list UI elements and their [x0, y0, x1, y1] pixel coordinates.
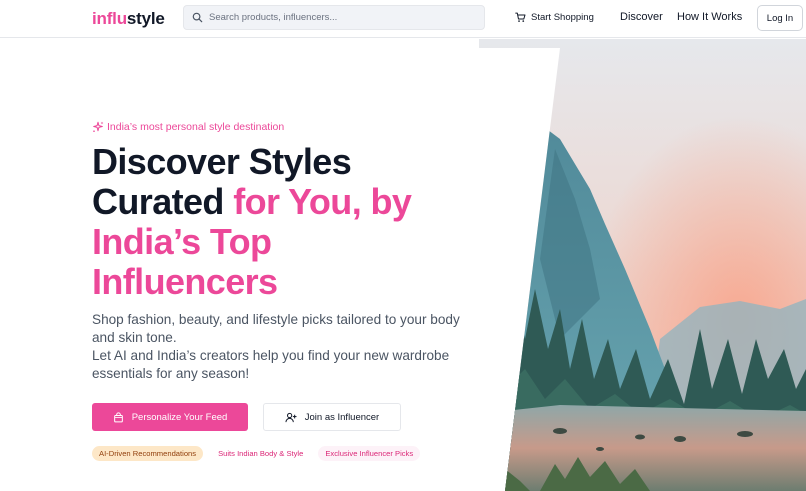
brand-logo-part2: style	[126, 9, 165, 28]
search-bar	[183, 5, 485, 30]
start-shopping-label: Start Shopping	[531, 12, 594, 23]
nav-how-it-works-link[interactable]: How It Works	[677, 11, 742, 23]
headline-line-4: Influencers	[92, 261, 278, 302]
subtitle-line-2: Let AI and India’s creators help you fin…	[92, 348, 450, 381]
brand-logo-part1: influ	[92, 9, 127, 28]
personalize-feed-label: Personalize Your Feed	[131, 411, 228, 423]
personalize-feed-button[interactable]: Personalize Your Feed	[92, 403, 248, 431]
user-plus-icon	[285, 412, 297, 422]
headline-line-1: Discover Styles	[92, 141, 352, 182]
headline-line-3: India’s Top	[92, 221, 272, 262]
join-influencer-button[interactable]: Join as Influencer	[263, 403, 401, 431]
nav-discover-link[interactable]: Discover	[620, 11, 663, 23]
top-navbar: influstyle Start Shopping Discover How I…	[0, 0, 806, 38]
badge-ai-recommendations: AI-Driven Recommendations	[92, 446, 204, 461]
join-influencer-label: Join as Influencer	[304, 411, 380, 423]
cart-icon	[515, 12, 526, 22]
feature-badges: AI-Driven Recommendations Suits Indian B…	[92, 446, 421, 461]
headline-line-2-dark: Curated	[92, 181, 234, 222]
start-shopping-link[interactable]: Start Shopping	[515, 12, 594, 23]
subtitle-line-1: Shop fashion, beauty, and lifestyle pick…	[92, 312, 460, 345]
brand-logo[interactable]: influstyle	[92, 9, 165, 29]
badge-indian-body-style: Suits Indian Body & Style	[211, 446, 311, 461]
hero-tagline: India’s most personal style destination	[92, 121, 284, 133]
headline-line-2-accent: for You, by	[233, 181, 412, 222]
search-input[interactable]	[209, 9, 479, 26]
search-icon	[192, 12, 203, 23]
sparkles-icon	[93, 121, 104, 132]
hero-headline: Discover Styles Curated for You, by Indi…	[92, 141, 412, 302]
hero-tagline-text: India’s most personal style destination	[107, 121, 285, 133]
shopping-bag-icon	[113, 411, 123, 422]
hero-subtitle: Shop fashion, beauty, and lifestyle pick…	[92, 311, 472, 383]
login-button[interactable]: Log In	[757, 5, 803, 31]
badge-exclusive-picks: Exclusive Influencer Picks	[318, 446, 421, 461]
